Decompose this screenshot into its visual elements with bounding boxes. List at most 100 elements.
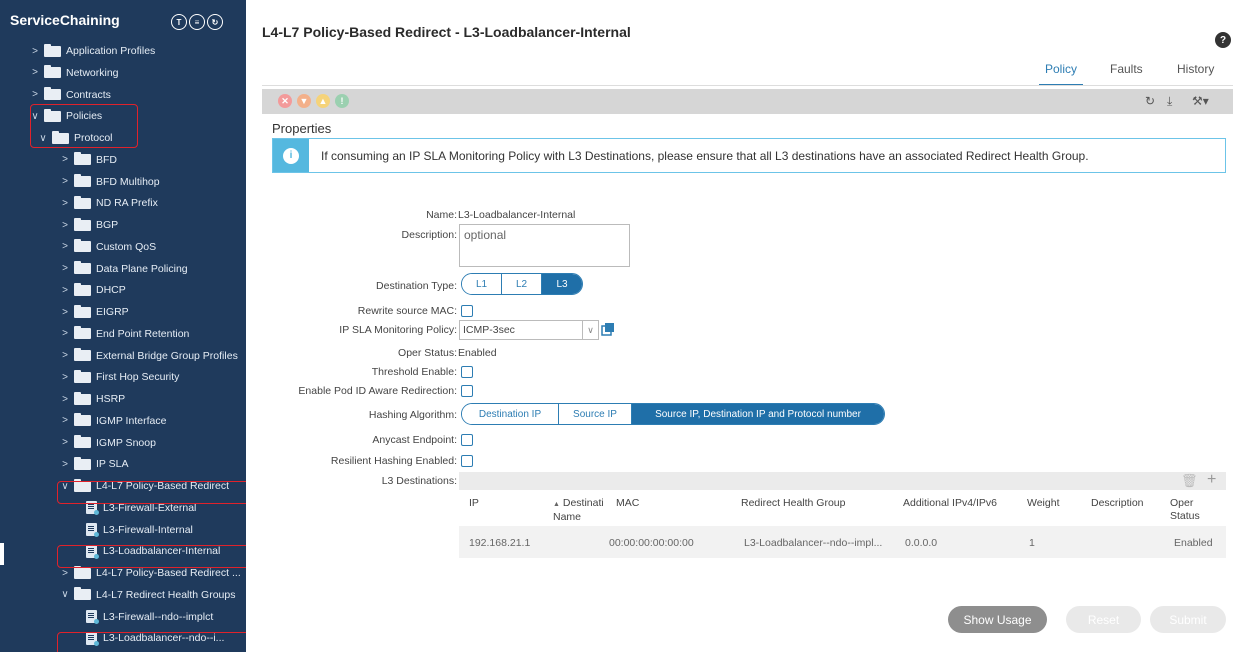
sidebar-item-nd-ra-prefix[interactable]: > ND RA Prefix (60, 193, 158, 213)
open-policy-icon[interactable] (601, 322, 615, 336)
hash-destination-ip[interactable]: Destination IP (462, 404, 559, 424)
col-additional-ip[interactable]: Additional IPv4/IPv6 (903, 497, 997, 510)
col-description[interactable]: Description (1091, 497, 1144, 510)
tenant-icon[interactable]: T (171, 14, 187, 30)
delete-icon[interactable]: 🗑 (1181, 473, 1198, 489)
anycast-checkbox[interactable] (461, 434, 473, 446)
chevron-right-icon[interactable]: > (60, 154, 70, 165)
chevron-right-icon[interactable]: > (60, 568, 70, 579)
sidebar-item-l3-loadbalancer-internal[interactable]: L3-Loadbalancer-Internal (86, 541, 220, 561)
show-usage-button[interactable]: Show Usage (948, 606, 1047, 633)
chevron-right-icon[interactable]: > (60, 198, 70, 209)
sidebar-item-application-profiles[interactable]: > Application Profiles (30, 41, 155, 61)
sidebar-item-ip-sla[interactable]: > IP SLA (60, 454, 129, 474)
chevron-right-icon[interactable]: > (60, 285, 70, 296)
folder-icon (74, 565, 91, 579)
sidebar-item-policies[interactable]: ∨ Policies (30, 106, 102, 126)
sidebar-item-l4-l7-policy-based-redirect[interactable]: ∨ L4-L7 Policy-Based Redirect (60, 476, 229, 496)
resilient-checkbox[interactable] (461, 455, 473, 467)
sidebar-item-end-point-retention[interactable]: > End Point Retention (60, 324, 189, 344)
sidebar-item-first-hop-security[interactable]: > First Hop Security (60, 367, 179, 387)
tools-icon[interactable]: ⚒▾ (1192, 94, 1209, 108)
threshold-label: Threshold Enable: (371, 366, 457, 378)
add-icon[interactable]: + (1207, 471, 1216, 489)
major-fault-icon[interactable]: ▼ (297, 94, 311, 108)
help-icon[interactable]: ? (1215, 32, 1231, 48)
folder-icon (74, 369, 91, 383)
chevron-right-icon[interactable]: > (60, 241, 70, 252)
minor-fault-icon[interactable]: ▲ (316, 94, 330, 108)
col-mac[interactable]: MAC (616, 497, 639, 510)
hash-source-ip[interactable]: Source IP (559, 404, 632, 424)
warning-fault-icon[interactable]: ! (335, 94, 349, 108)
dest-type-l3[interactable]: L3 (542, 274, 582, 294)
dest-type-l2[interactable]: L2 (502, 274, 542, 294)
chevron-right-icon[interactable]: > (30, 46, 40, 57)
sidebar-item-igmp-interface[interactable]: > IGMP Interface (60, 411, 166, 431)
sidebar-item-eigrp[interactable]: > EIGRP (60, 302, 129, 322)
critical-fault-icon[interactable]: ✕ (278, 94, 292, 108)
sidebar-item-l3-loadbalancer-ndo-i[interactable]: L3-Loadbalancer--ndo--i... (86, 628, 224, 648)
tab-faults[interactable]: Faults (1110, 62, 1143, 76)
col-health-group[interactable]: Redirect Health Group (741, 497, 845, 510)
ip-sla-select[interactable]: ICMP-3sec ∨ (459, 320, 599, 340)
sidebar-item-label: Protocol (74, 132, 113, 144)
chevron-down-icon[interactable]: ∨ (60, 589, 70, 600)
sidebar-item-external-bridge-group-profiles[interactable]: > External Bridge Group Profiles (60, 346, 238, 366)
chevron-right-icon[interactable]: > (60, 220, 70, 231)
chevron-right-icon[interactable]: > (60, 307, 70, 318)
sidebar-item-bfd[interactable]: > BFD (60, 150, 117, 170)
sidebar-item-hsrp[interactable]: > HSRP (60, 389, 125, 409)
chevron-down-icon[interactable]: ∨ (30, 111, 40, 122)
sidebar-item-data-plane-policing[interactable]: > Data Plane Policing (60, 259, 188, 279)
chevron-right-icon[interactable]: > (60, 394, 70, 405)
pod-id-checkbox[interactable] (461, 385, 473, 397)
tabs-divider (262, 85, 1233, 86)
chevron-down-icon[interactable]: ∨ (582, 321, 598, 339)
policy-doc-icon (86, 610, 99, 624)
refresh-icon[interactable]: ↻ (1145, 94, 1155, 108)
description-field[interactable]: optional (459, 224, 630, 267)
sidebar-item-dhcp[interactable]: > DHCP (60, 280, 126, 300)
chevron-down-icon[interactable]: ∨ (60, 481, 70, 492)
reset-button[interactable]: Reset (1066, 606, 1141, 633)
chevron-right-icon[interactable]: > (60, 350, 70, 361)
chevron-right-icon[interactable]: > (60, 459, 70, 470)
chevron-right-icon[interactable]: > (60, 176, 70, 187)
tab-history[interactable]: History (1177, 62, 1214, 76)
sidebar-item-protocol[interactable]: ∨ Protocol (38, 128, 113, 148)
chevron-right-icon[interactable]: > (60, 263, 70, 274)
tab-policy[interactable]: Policy (1039, 62, 1084, 86)
submit-button[interactable]: Submit (1150, 606, 1226, 633)
sidebar-item-custom-qos[interactable]: > Custom QoS (60, 237, 156, 257)
col-dest-name[interactable]: ▲ Destinati Name (553, 497, 604, 524)
download-icon[interactable]: ⤓ (1167, 94, 1172, 109)
sidebar-item-bgp[interactable]: > BGP (60, 215, 118, 235)
col-oper-status[interactable]: Oper Status (1170, 497, 1200, 523)
sidebar-item-bfd-multihop[interactable]: > BFD Multihop (60, 172, 160, 192)
hash-source-dest-protocol[interactable]: Source IP, Destination IP and Protocol n… (632, 404, 884, 424)
rewrite-mac-checkbox[interactable] (461, 305, 473, 317)
dest-type-l1[interactable]: L1 (462, 274, 502, 294)
sidebar-item-contracts[interactable]: > Contracts (30, 85, 111, 105)
sidebar-item-l4-l7-redirect-health-groups[interactable]: ∨ L4-L7 Redirect Health Groups (60, 585, 236, 605)
sidebar-item-networking[interactable]: > Networking (30, 63, 119, 83)
chevron-right-icon[interactable]: > (60, 415, 70, 426)
chevron-right-icon[interactable]: > (60, 372, 70, 383)
navigation-sidebar: ServiceChaining T ≡ ↻ > Application Profi… (0, 0, 246, 652)
chevron-right-icon[interactable]: > (30, 89, 40, 100)
threshold-checkbox[interactable] (461, 366, 473, 378)
chevron-right-icon[interactable]: > (60, 437, 70, 448)
col-weight[interactable]: Weight (1027, 497, 1060, 510)
col-ip[interactable]: IP (469, 497, 479, 510)
sidebar-item-l3-firewall-ndo-implct[interactable]: L3-Firewall--ndo--implct (86, 607, 213, 627)
chevron-down-icon[interactable]: ∨ (38, 133, 48, 144)
chevron-right-icon[interactable]: > (60, 328, 70, 339)
sidebar-item-l4-l7-policy-based-redirect[interactable]: > L4-L7 Policy-Based Redirect ... (60, 563, 241, 583)
sidebar-item-l3-firewall-external[interactable]: L3-Firewall-External (86, 498, 196, 518)
sidebar-item-l3-firewall-internal[interactable]: L3-Firewall-Internal (86, 520, 193, 540)
list-icon[interactable]: ≡ (189, 14, 205, 30)
refresh-icon[interactable]: ↻ (207, 14, 223, 30)
sidebar-item-igmp-snoop[interactable]: > IGMP Snoop (60, 433, 156, 453)
chevron-right-icon[interactable]: > (30, 67, 40, 78)
